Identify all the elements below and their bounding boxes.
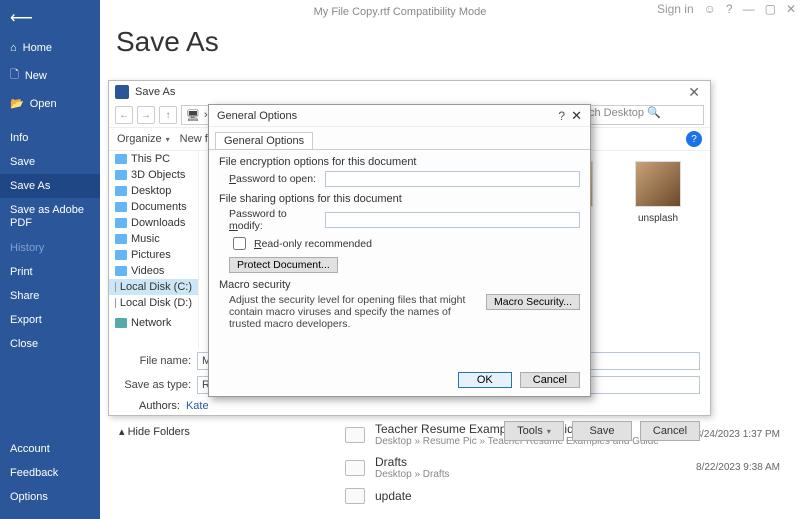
tab-general-options[interactable]: General Options: [215, 132, 313, 149]
readonly-label: Read-only recommended: [254, 238, 372, 250]
word-icon: [115, 85, 129, 99]
drive-icon: [115, 298, 116, 308]
tree-node[interactable]: 3D Objects: [109, 167, 198, 183]
thumbnail-icon: [635, 161, 681, 207]
close-icon[interactable]: ✕: [571, 108, 582, 124]
dialog-title: General Options: [217, 110, 297, 122]
recent-folder-row[interactable]: Drafts Desktop » Drafts 8/22/2023 9:38 A…: [345, 451, 780, 484]
hide-folders-toggle[interactable]: ▴ Hide Folders: [119, 425, 190, 438]
nav-export[interactable]: Export: [0, 308, 100, 332]
cancel-button[interactable]: Cancel: [640, 421, 700, 441]
nav-home[interactable]: ⌂ Home: [0, 36, 100, 60]
drive-icon: [115, 282, 116, 292]
folder-icon: [115, 202, 127, 212]
minimize-icon[interactable]: —: [743, 2, 755, 16]
nav-account[interactable]: Account: [0, 437, 100, 461]
filename-label: File name:: [119, 355, 191, 367]
help-icon[interactable]: ?: [726, 2, 733, 16]
tree-node[interactable]: Music: [109, 231, 198, 247]
folder-path: Desktop » Drafts: [375, 469, 449, 480]
close-icon[interactable]: ✕: [684, 84, 704, 101]
nav-print[interactable]: Print: [0, 260, 100, 284]
macro-section-label: Macro security: [219, 279, 580, 291]
tree-node[interactable]: Network: [109, 315, 198, 331]
pc-icon: 🖥: [186, 109, 200, 122]
tree-node[interactable]: Local Disk (D:): [109, 295, 198, 311]
document-title: My File Copy.rtf Compatibility Mode: [314, 6, 487, 18]
cancel-button[interactable]: Cancel: [520, 372, 580, 388]
dialog-title: Save As: [135, 86, 175, 98]
nav-new[interactable]: 🗋 New: [0, 60, 100, 91]
password-open-label: Password to open:: [229, 173, 319, 185]
help-icon[interactable]: ?: [686, 131, 702, 147]
password-modify-label: Password to modify:: [229, 208, 319, 232]
nav-back-button[interactable]: ←: [115, 106, 133, 124]
page-title: Save As: [116, 26, 219, 58]
encryption-section-label: File encryption options for this documen…: [219, 156, 580, 168]
nav-options[interactable]: Options: [0, 485, 100, 509]
help-icon[interactable]: ?: [558, 109, 565, 123]
tree-node[interactable]: Local Disk (C:): [109, 279, 198, 295]
save-button[interactable]: Save: [572, 421, 632, 441]
readonly-checkbox[interactable]: [233, 237, 246, 250]
savetype-label: Save as type:: [119, 379, 191, 391]
general-options-dialog: General Options ? ✕ General Options File…: [208, 104, 591, 397]
nav-info[interactable]: Info: [0, 126, 100, 150]
app-titlebar: My File Copy.rtf Compatibility Mode Sign…: [0, 0, 800, 24]
nav-save-pdf[interactable]: Save as Adobe PDF: [0, 198, 100, 236]
network-icon: [115, 318, 127, 328]
tree-node[interactable]: Desktop: [109, 183, 198, 199]
password-open-input[interactable]: [325, 171, 580, 187]
folder-icon: [345, 460, 365, 476]
authors-label: Authors:: [139, 400, 180, 412]
tools-menu[interactable]: Tools: [504, 421, 564, 441]
folder-icon: [115, 170, 127, 180]
backstage-nav: ⟵ ⌂ Home 🗋 New 📂 Open Info Save Save As …: [0, 0, 100, 519]
folder-date: 8/22/2023 9:38 AM: [696, 462, 780, 473]
nav-fwd-button[interactable]: →: [137, 106, 155, 124]
organize-menu[interactable]: Organize: [117, 133, 170, 145]
tree-node[interactable]: Videos: [109, 263, 198, 279]
folder-icon: [115, 186, 127, 196]
folder-name: Drafts: [375, 455, 449, 469]
close-icon[interactable]: ✕: [786, 2, 796, 16]
folder-icon: [115, 250, 127, 260]
nav-save[interactable]: Save: [0, 150, 100, 174]
folder-icon: [115, 234, 127, 244]
nav-feedback[interactable]: Feedback: [0, 461, 100, 485]
nav-up-button[interactable]: ↑: [159, 106, 177, 124]
nav-share[interactable]: Share: [0, 284, 100, 308]
pc-icon: [115, 154, 127, 164]
protect-document-button[interactable]: Protect Document...: [229, 257, 338, 273]
face-icon[interactable]: ☺: [704, 2, 716, 16]
folder-icon: [115, 266, 127, 276]
authors-value[interactable]: Kate: [186, 400, 209, 412]
sharing-section-label: File sharing options for this document: [219, 193, 580, 205]
maximize-icon[interactable]: ▢: [765, 2, 776, 16]
tree-node[interactable]: This PC: [109, 151, 198, 167]
tree-node[interactable]: Documents: [109, 199, 198, 215]
search-input[interactable]: ch Desktop 🔍: [584, 105, 704, 125]
recent-folder-row[interactable]: update: [345, 484, 780, 508]
macro-security-button[interactable]: Macro Security...: [486, 294, 580, 310]
nav-open[interactable]: 📂 Open: [0, 91, 100, 116]
nav-history: History: [0, 236, 100, 260]
password-modify-input[interactable]: [325, 212, 580, 228]
back-button[interactable]: ⟵: [0, 0, 100, 36]
folder-icon: [115, 218, 127, 228]
tree-node[interactable]: Pictures: [109, 247, 198, 263]
folder-thumb[interactable]: unsplash: [628, 161, 688, 224]
tree-node[interactable]: Downloads: [109, 215, 198, 231]
nav-close[interactable]: Close: [0, 332, 100, 356]
nav-saveas[interactable]: Save As: [0, 174, 100, 198]
folder-icon: [345, 488, 365, 504]
sign-in-link[interactable]: Sign in: [657, 2, 694, 16]
folder-tree: This PC 3D Objects Desktop Documents Dow…: [109, 151, 199, 349]
macro-description: Adjust the security level for opening fi…: [229, 294, 476, 330]
folder-name: update: [375, 489, 412, 503]
ok-button[interactable]: OK: [458, 372, 512, 388]
